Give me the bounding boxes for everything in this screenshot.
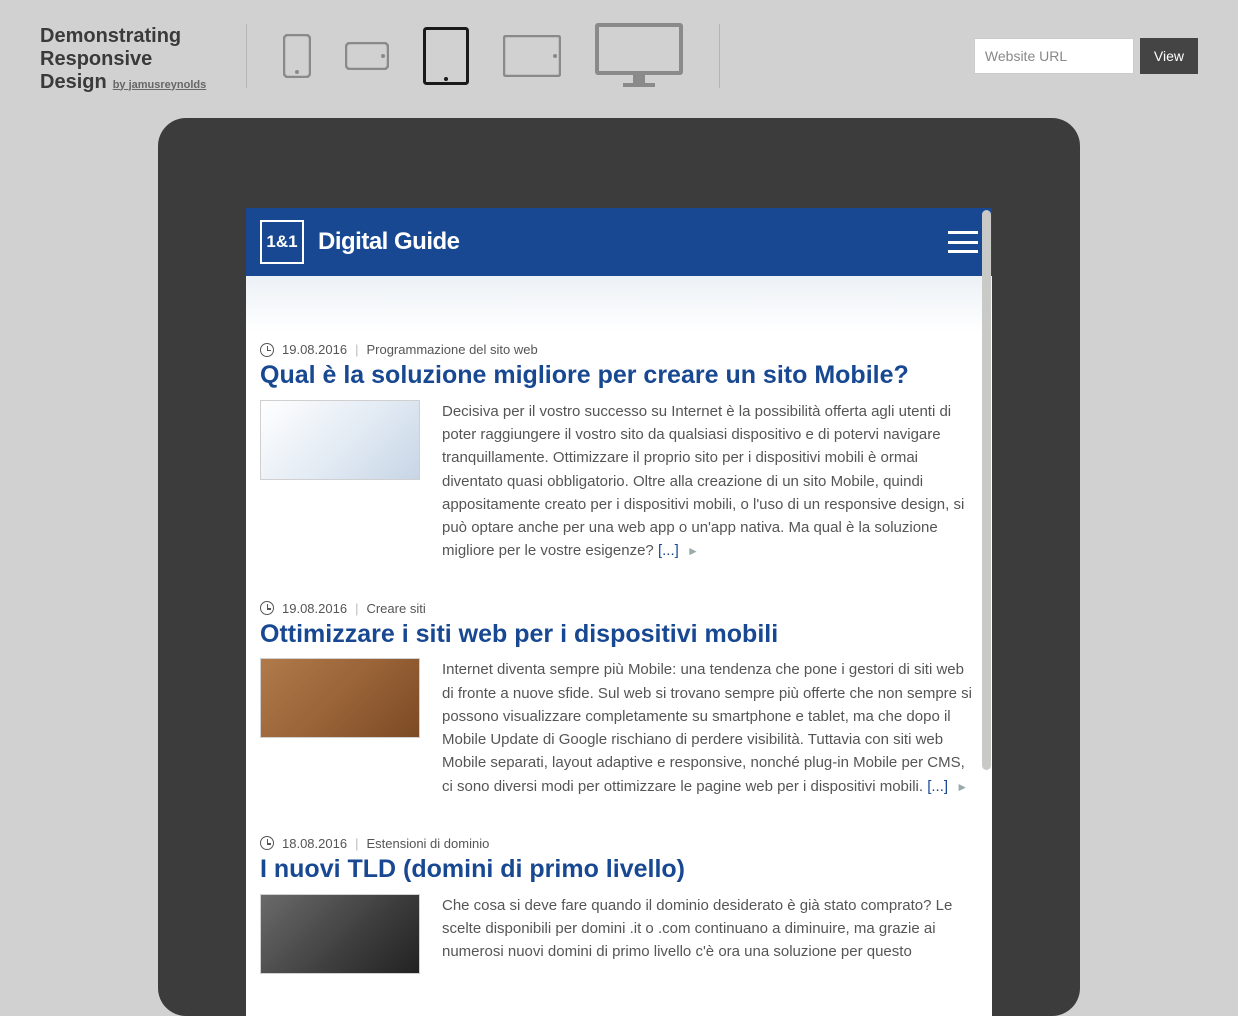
top-toolbar: Demonstrating Responsive Design by jamus… [0, 0, 1238, 100]
article-thumbnail[interactable] [260, 894, 420, 974]
article-list: 19.08.2016 | Programmazione del sito web… [246, 332, 992, 1002]
article-thumbnail[interactable] [260, 658, 420, 738]
article-excerpt: Internet diventa sempre più Mobile: una … [442, 658, 978, 798]
article-date: 19.08.2016 [282, 601, 347, 616]
hamburger-menu-icon[interactable] [948, 231, 978, 253]
article-category[interactable]: Creare siti [366, 601, 425, 616]
article-meta: 18.08.2016 | Estensioni di dominio [260, 836, 978, 851]
article-excerpt-text: Decisiva per il vostro successo su Inter… [442, 403, 964, 560]
read-more-link[interactable]: [...] [927, 778, 948, 795]
article-excerpt: Che cosa si deve fare quando il dominio … [442, 894, 978, 964]
separator: | [355, 836, 358, 851]
view-button[interactable]: View [1140, 38, 1198, 74]
arrow-right-icon: ► [687, 544, 699, 558]
article-excerpt-text: Internet diventa sempre più Mobile: una … [442, 661, 972, 794]
scrollbar[interactable] [982, 210, 991, 770]
device-frame: 1&1 Digital Guide 19.08.2016 | Programma… [158, 118, 1080, 1016]
device-picker [263, 16, 703, 96]
brand-block: Demonstrating Responsive Design by jamus… [40, 19, 230, 94]
separator [246, 24, 247, 88]
desktop-icon[interactable] [595, 23, 683, 89]
clock-icon [260, 601, 274, 615]
page-title: Digital Guide [318, 228, 460, 256]
arrow-right-icon: ► [956, 780, 968, 794]
article: 18.08.2016 | Estensioni di dominio I nuo… [260, 826, 978, 1002]
clock-icon [260, 836, 274, 850]
separator: | [355, 601, 358, 616]
article-excerpt-text: Che cosa si deve fare quando il dominio … [442, 897, 952, 961]
emulated-screen: 1&1 Digital Guide 19.08.2016 | Programma… [246, 208, 992, 1016]
article-title[interactable]: I nuovi TLD (domini di primo livello) [260, 855, 978, 884]
article-date: 18.08.2016 [282, 836, 347, 851]
brand-author-link[interactable]: by jamusreynolds [113, 79, 207, 92]
separator [719, 24, 720, 88]
phone-portrait-icon[interactable] [283, 34, 311, 78]
article-date: 19.08.2016 [282, 342, 347, 357]
url-controls: View [974, 38, 1198, 74]
article-title[interactable]: Ottimizzare i siti web per i dispositivi… [260, 620, 978, 649]
brand-title: Demonstrating Responsive Design by jamus… [40, 25, 230, 94]
page-header: 1&1 Digital Guide [246, 208, 992, 276]
brand-title-line: Design [40, 71, 107, 94]
tablet-landscape-icon[interactable] [503, 35, 561, 77]
brand-title-line: Demonstrating [40, 25, 230, 48]
article-meta: 19.08.2016 | Programmazione del sito web [260, 342, 978, 357]
clock-icon [260, 343, 274, 357]
article-title[interactable]: Qual è la soluzione migliore per creare … [260, 361, 978, 390]
article: 19.08.2016 | Creare siti Ottimizzare i s… [260, 591, 978, 826]
separator: | [355, 342, 358, 357]
read-more-link[interactable]: [...] [658, 542, 679, 559]
brand-title-line: Responsive [40, 48, 230, 71]
url-input[interactable] [974, 38, 1134, 74]
article-excerpt: Decisiva per il vostro successo su Inter… [442, 400, 978, 563]
article-category[interactable]: Programmazione del sito web [366, 342, 537, 357]
article-meta: 19.08.2016 | Creare siti [260, 601, 978, 616]
article: 19.08.2016 | Programmazione del sito web… [260, 332, 978, 591]
header-banner [246, 276, 992, 332]
tablet-portrait-icon[interactable] [423, 27, 469, 85]
brand-logo[interactable]: 1&1 [260, 220, 304, 264]
article-category[interactable]: Estensioni di dominio [366, 836, 489, 851]
article-thumbnail[interactable] [260, 400, 420, 480]
phone-landscape-icon[interactable] [345, 42, 389, 70]
